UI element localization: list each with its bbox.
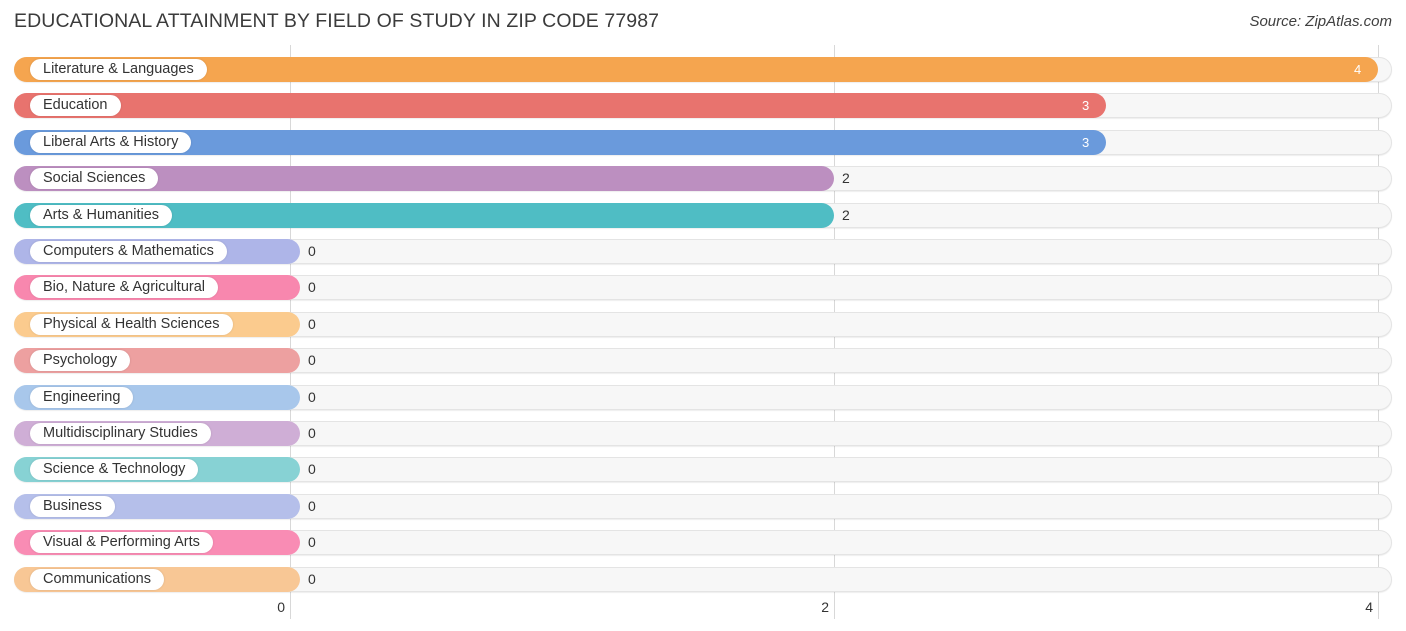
bar-row[interactable]: Engineering 0 <box>14 384 1392 410</box>
bar-value-label: 0 <box>308 497 316 514</box>
axis-tick-mark <box>1378 597 1379 619</box>
axis-tick-label: 0 <box>277 599 285 615</box>
bar-category-label: Communications <box>30 568 164 590</box>
bar-category-label: Literature & Languages <box>30 59 207 80</box>
bar-row[interactable]: Bio, Nature & Agricultural 0 <box>14 275 1392 301</box>
bar-row[interactable]: Arts & Humanities 2 <box>14 202 1392 228</box>
bar-row[interactable]: Science & Technology 0 <box>14 457 1392 483</box>
bar-row[interactable]: Liberal Arts & History 3 <box>14 129 1392 155</box>
bar-category-label: Business <box>30 495 115 517</box>
bar-category-label: Social Sciences <box>30 168 159 190</box>
bar-category-label: Visual & Performing Arts <box>30 532 213 554</box>
bar[interactable] <box>14 93 1106 119</box>
bar-row[interactable]: Education 3 <box>14 93 1392 119</box>
bar-value-label: 0 <box>308 315 316 332</box>
bar-category-label: Multidisciplinary Studies <box>30 423 211 444</box>
bar-row[interactable]: Computers & Mathematics 0 <box>14 239 1392 264</box>
bar-category-label: Arts & Humanities <box>30 204 173 226</box>
bar-category-label: Engineering <box>30 386 134 408</box>
bar-value-label: 0 <box>308 352 316 369</box>
bar-row[interactable]: Communications 0 <box>14 566 1392 592</box>
axis-tick-label: 2 <box>821 599 829 615</box>
bar-category-label: Education <box>30 95 121 117</box>
bar-value-label: 4 <box>1354 62 1362 77</box>
bar-row[interactable]: Psychology 0 <box>14 348 1392 374</box>
x-axis: 0 2 4 <box>0 597 1406 631</box>
bar[interactable] <box>14 57 1378 82</box>
bar-value-label: 0 <box>308 425 316 441</box>
bar-value-label: 0 <box>308 243 316 259</box>
bar-category-label: Psychology <box>30 350 131 372</box>
chart-plot-area: Literature & Languages 4 Education 3 Liberal… <box>0 45 1406 597</box>
bar-value-label: 0 <box>308 461 316 478</box>
chart-header: EDUCATIONAL ATTAINMENT BY FIELD OF STUDY… <box>0 0 1406 45</box>
axis-tick-label: 4 <box>1365 599 1373 615</box>
bar-value-label: 3 <box>1082 134 1090 150</box>
axis-tick-mark <box>290 597 291 619</box>
bar-row[interactable]: Social Sciences 2 <box>14 166 1392 192</box>
axis-tick-mark <box>834 597 835 619</box>
bar-value-label: 0 <box>308 534 316 551</box>
bar-row[interactable]: Literature & Languages 4 <box>14 57 1392 82</box>
bar-category-label: Science & Technology <box>30 459 199 481</box>
bar-value-label: 0 <box>308 388 316 405</box>
bar-value-label: 0 <box>308 279 316 296</box>
bar-row[interactable]: Physical & Health Sciences 0 <box>14 311 1392 337</box>
bar-value-label: 2 <box>842 206 850 223</box>
bar-value-label: 0 <box>308 570 316 587</box>
page-title: EDUCATIONAL ATTAINMENT BY FIELD OF STUDY… <box>14 10 660 32</box>
bar-row[interactable]: Multidisciplinary Studies 0 <box>14 421 1392 446</box>
bar-value-label: 3 <box>1082 98 1090 114</box>
bar-category-label: Physical & Health Sciences <box>30 313 233 335</box>
bar-value-label: 2 <box>842 170 850 187</box>
bar-category-label: Liberal Arts & History <box>30 131 192 153</box>
bar-row[interactable]: Business 0 <box>14 493 1392 519</box>
bar-row[interactable]: Visual & Performing Arts 0 <box>14 530 1392 556</box>
bar-category-label: Computers & Mathematics <box>30 241 227 262</box>
source-label: Source: ZipAtlas.com <box>1249 13 1392 30</box>
bar-category-label: Bio, Nature & Agricultural <box>30 277 218 299</box>
